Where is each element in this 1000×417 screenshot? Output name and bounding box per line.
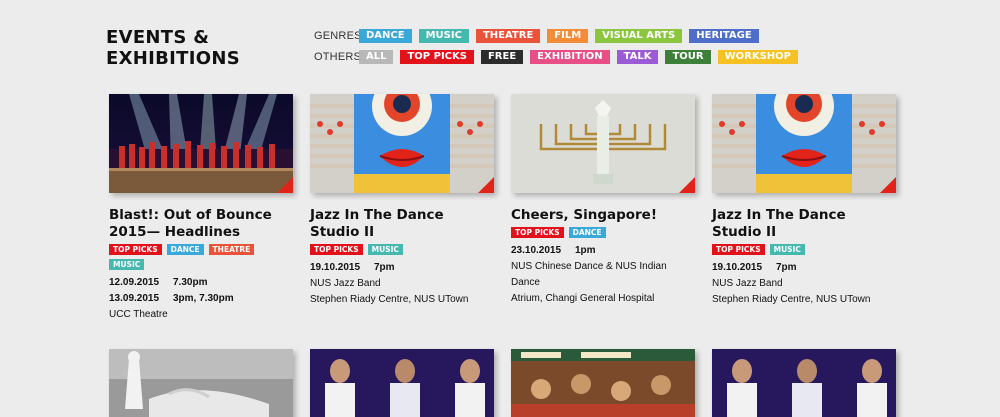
- tag-top-picks[interactable]: TOP PICKS: [310, 244, 363, 255]
- event-image-candelabra[interactable]: [511, 94, 695, 193]
- filter-heritage[interactable]: HERITAGE: [689, 29, 759, 43]
- event-title[interactable]: Blast!: Out of Bounce 2015— Headlines: [109, 207, 293, 241]
- corner-flag-icon: [880, 177, 896, 193]
- event-schedule-row: 19.10.2015 7pm: [712, 260, 896, 276]
- genres-label: GENRES: [314, 30, 362, 42]
- event-image-jazz-poster[interactable]: [310, 94, 494, 193]
- event-performer: NUS Jazz Band: [712, 278, 783, 289]
- page-title: EVENTS & EXHIBITIONS: [106, 27, 240, 69]
- event-card[interactable]: Jazz In The Dance Studio II TOP PICKS MU…: [310, 94, 494, 308]
- event-venue: UCC Theatre: [109, 309, 168, 320]
- event-schedule-row: 13.09.2015 3pm, 7.30pm: [109, 291, 293, 307]
- event-time: 7pm: [776, 262, 797, 273]
- filter-film[interactable]: FILM: [547, 29, 589, 43]
- corner-flag-icon: [277, 177, 293, 193]
- event-date: 13.09.2015: [109, 293, 160, 304]
- event-schedule-row: 12.09.2015 7.30pm: [109, 275, 293, 291]
- tag-dance[interactable]: DANCE: [166, 244, 204, 255]
- event-performer: NUS Jazz Band: [310, 278, 381, 289]
- event-image-jazz-poster[interactable]: [712, 94, 896, 193]
- event-image-white-sculpture[interactable]: [109, 349, 293, 417]
- event-tags: TOP PICKS DANCE THEATRE MUSIC: [109, 244, 293, 270]
- event-time: 7.30pm: [173, 277, 208, 288]
- event-date: 19.10.2015: [712, 262, 763, 273]
- event-time: 3pm, 7.30pm: [173, 293, 234, 304]
- event-title[interactable]: Cheers, Singapore!: [511, 207, 695, 224]
- event-card[interactable]: Jazz In The Dance Studio II TOP PICKS MU…: [712, 94, 896, 308]
- event-schedule-row: 19.10.2015 7pm: [310, 260, 494, 276]
- corner-flag-icon: [679, 177, 695, 193]
- event-title[interactable]: Jazz In The Dance Studio II: [310, 207, 494, 241]
- filter-visual-arts[interactable]: VISUAL ARTS: [595, 29, 683, 43]
- event-schedule-row: 23.10.2015 1pm: [511, 243, 695, 259]
- event-image-painted-mural[interactable]: [511, 349, 695, 417]
- filter-tour[interactable]: TOUR: [665, 50, 711, 64]
- event-venue: Stephen Riady Centre, NUS UTown: [310, 294, 469, 305]
- event-tags: TOP PICKS DANCE: [511, 227, 695, 238]
- filter-top-picks[interactable]: TOP PICKS: [400, 50, 474, 64]
- others-filter-row: OTHERS ALL TOP PICKS FREE EXHIBITION TAL…: [314, 49, 805, 65]
- filter-free[interactable]: FREE: [480, 50, 524, 64]
- genre-filter-row: GENRES DANCE MUSIC THEATRE FILM VISUAL A…: [314, 28, 766, 44]
- filter-workshop[interactable]: WORKSHOP: [717, 50, 799, 64]
- event-image-stage-performance[interactable]: [109, 94, 293, 193]
- tag-top-picks[interactable]: TOP PICKS: [511, 227, 564, 238]
- event-venue: Stephen Riady Centre, NUS UTown: [712, 294, 871, 305]
- filter-dance[interactable]: DANCE: [359, 29, 412, 43]
- page-title-line-2: EXHIBITIONS: [106, 48, 240, 69]
- event-date: 19.10.2015: [310, 262, 361, 273]
- event-tags: TOP PICKS MUSIC: [310, 244, 494, 255]
- event-performer: NUS Chinese Dance & NUS Indian Dance: [511, 261, 667, 288]
- event-date: 12.09.2015: [109, 277, 160, 288]
- tag-theatre[interactable]: THEATRE: [208, 244, 255, 255]
- page-title-line-1: EVENTS &: [106, 27, 210, 48]
- tag-music[interactable]: MUSIC: [769, 244, 805, 255]
- event-tags: TOP PICKS MUSIC: [712, 244, 896, 255]
- event-time: 1pm: [575, 245, 596, 256]
- event-title[interactable]: Jazz In The Dance Studio II: [712, 207, 896, 241]
- event-image-band-performance[interactable]: [310, 349, 494, 417]
- tag-music[interactable]: MUSIC: [367, 244, 403, 255]
- filter-all[interactable]: ALL: [359, 50, 394, 64]
- corner-flag-icon: [478, 177, 494, 193]
- event-image-band-performance[interactable]: [712, 349, 896, 417]
- filter-theatre[interactable]: THEATRE: [475, 29, 541, 43]
- tag-top-picks[interactable]: TOP PICKS: [109, 244, 162, 255]
- filter-music[interactable]: MUSIC: [418, 29, 469, 43]
- event-venue: Atrium, Changi General Hospital: [511, 293, 655, 304]
- event-time: 7pm: [374, 262, 395, 273]
- event-date: 23.10.2015: [511, 245, 562, 256]
- others-label: OTHERS: [314, 51, 362, 63]
- filter-talk[interactable]: TALK: [616, 50, 659, 64]
- event-card[interactable]: Cheers, Singapore! TOP PICKS DANCE 23.10…: [511, 94, 695, 307]
- tag-top-picks[interactable]: TOP PICKS: [712, 244, 765, 255]
- filter-exhibition[interactable]: EXHIBITION: [530, 50, 610, 64]
- tag-music[interactable]: MUSIC: [109, 259, 145, 270]
- tag-dance[interactable]: DANCE: [568, 227, 606, 238]
- event-card[interactable]: Blast!: Out of Bounce 2015— Headlines TO…: [109, 94, 293, 323]
